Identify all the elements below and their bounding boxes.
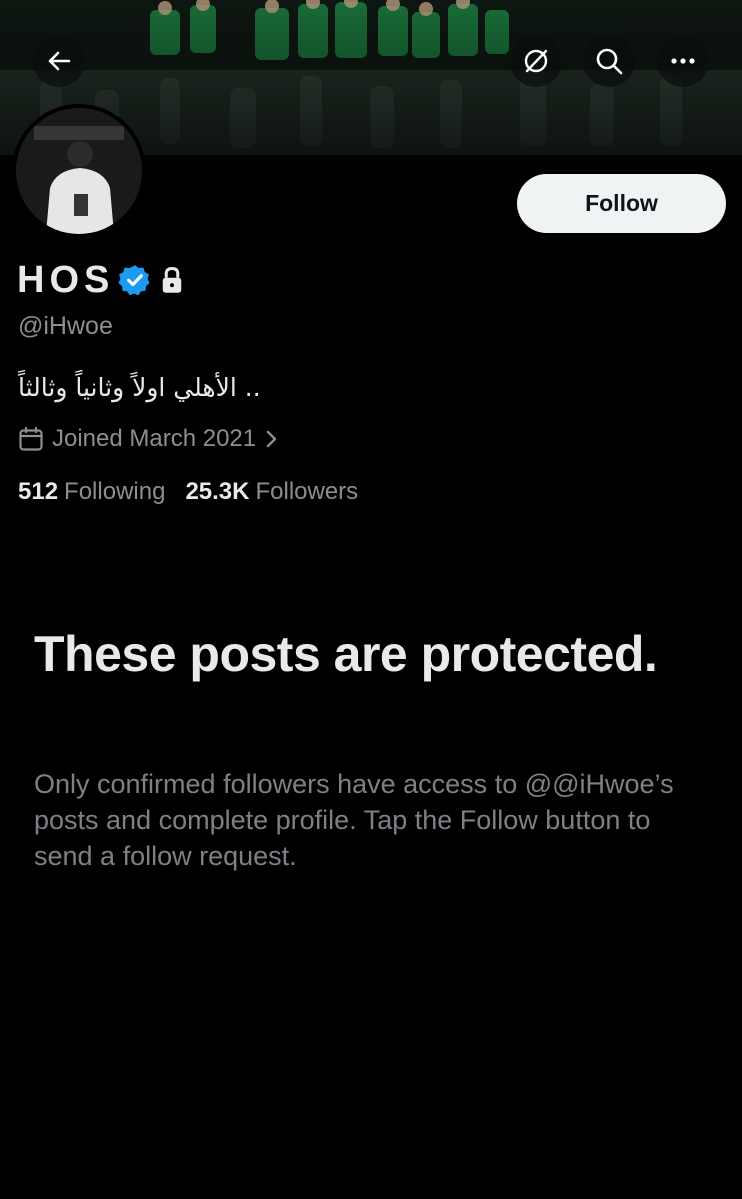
search-button[interactable] xyxy=(583,35,635,87)
following-count: 512 xyxy=(18,478,59,505)
back-button[interactable] xyxy=(33,35,85,87)
profile-handle: @iHwoe xyxy=(18,312,113,340)
profile-bio: الأهلي اولاً وثانياً وثالثاً .. xyxy=(18,373,261,402)
verified-badge-icon[interactable] xyxy=(118,263,152,297)
joined-date-row[interactable]: Joined March 2021 xyxy=(18,423,280,455)
grok-icon xyxy=(524,49,548,73)
follow-stats: 512 Following 25.3K Followers xyxy=(18,478,358,506)
display-name: HOS xyxy=(17,258,115,301)
arrow-left-icon xyxy=(48,51,71,71)
search-icon xyxy=(596,48,623,75)
following-stat[interactable]: 512 Following xyxy=(18,478,165,506)
avatar-image xyxy=(16,108,142,234)
followers-stat[interactable]: 25.3K Followers xyxy=(185,478,358,506)
grok-button[interactable] xyxy=(510,35,562,87)
display-name-row: HOS xyxy=(17,258,186,302)
following-label: Following xyxy=(64,478,166,505)
followers-label: Followers xyxy=(255,478,359,505)
avatar-photo-icon xyxy=(16,108,142,234)
follow-button[interactable]: Follow xyxy=(517,174,726,233)
chevron-right-icon xyxy=(266,430,277,448)
joined-date: Joined March 2021 xyxy=(52,425,257,452)
protected-notice-body: Only confirmed followers have access to … xyxy=(34,769,674,871)
followers-count: 25.3K xyxy=(185,478,250,505)
lock-icon xyxy=(163,266,182,293)
follow-button-label: Follow xyxy=(585,190,658,216)
more-button[interactable] xyxy=(657,35,709,87)
more-icon xyxy=(671,58,695,64)
protected-notice-title: These posts are protected. xyxy=(34,626,658,682)
calendar-icon xyxy=(19,426,43,451)
avatar[interactable] xyxy=(12,104,146,238)
